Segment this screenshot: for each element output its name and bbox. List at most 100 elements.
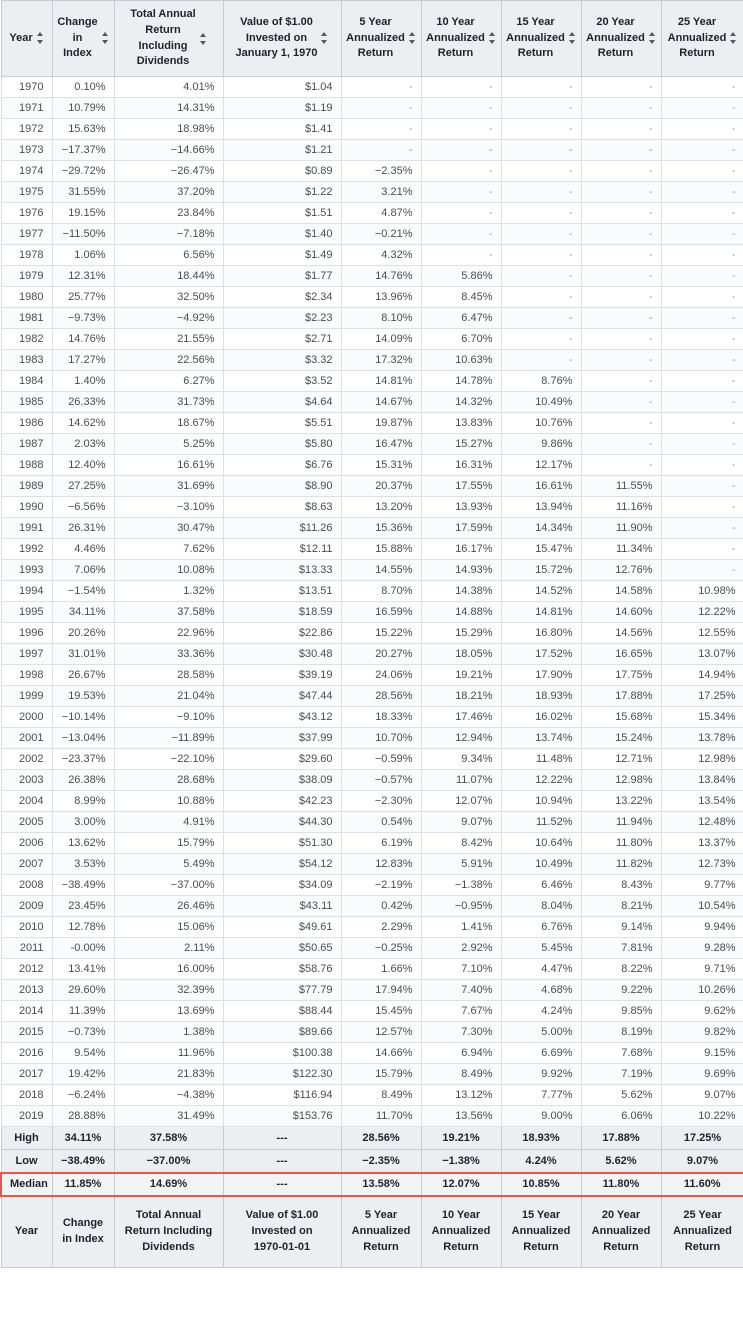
cell-value: 5.91% (420, 853, 502, 875)
cell-value: - (580, 181, 662, 203)
cell-value: 17.52% (500, 643, 582, 665)
cell-value: $44.30 (222, 811, 342, 833)
cell-value: 11.39% (51, 1000, 115, 1022)
cell-value: 11.96% (113, 1042, 224, 1064)
column-header-7[interactable]: 20 Year Annualized Return (580, 0, 662, 77)
cell-value: 1.41% (420, 916, 502, 938)
summary-cell-value: 11.60% (660, 1171, 743, 1197)
table-row: 1999 19.53% 21.04% $47.44 28.56% 18.21% 18.93%… (0, 685, 743, 707)
cell-value: $8.90 (222, 475, 342, 497)
column-header-label: 20 Year Annualized Return (586, 16, 645, 60)
cell-value: 14.78% (420, 370, 502, 392)
cell-value: $1.49 (222, 244, 342, 266)
cell-value: 10.54% (660, 895, 743, 917)
column-header-3[interactable]: Value of $1.00 Invested on January 1, 1970 (222, 0, 342, 77)
cell-year: 1998 (0, 664, 53, 686)
cell-value: 13.94% (500, 496, 582, 518)
cell-value: 19.21% (420, 664, 502, 686)
cell-value: 13.20% (340, 496, 422, 518)
cell-value: −26.47% (113, 160, 224, 182)
cell-value: - (660, 328, 743, 350)
column-header-4[interactable]: 5 Year Annualized Return (340, 0, 422, 77)
table-row: 1995 34.11% 37.58% $18.59 16.59% 14.88% 14.81%… (0, 601, 743, 623)
cell-value: - (660, 412, 743, 434)
cell-value: - (660, 433, 743, 455)
cell-value: −22.10% (113, 748, 224, 770)
cell-value: 10.88% (113, 790, 224, 812)
cell-value: $34.09 (222, 874, 342, 896)
cell-value: 14.55% (340, 559, 422, 581)
summary-cell-value: 4.24% (500, 1149, 582, 1173)
table-row: 1985 26.33% 31.73% $4.64 14.67% 14.32% 10.49% -… (0, 391, 743, 413)
cell-value: 8.49% (340, 1084, 422, 1106)
cell-value: $18.59 (222, 601, 342, 623)
column-header-2[interactable]: Total Annual Return Including Dividends (113, 0, 224, 77)
cell-year: 2006 (0, 832, 53, 854)
cell-year: 1975 (0, 181, 53, 203)
column-header-6[interactable]: 15 Year Annualized Return (500, 0, 582, 77)
cell-value: 14.38% (420, 580, 502, 602)
table-header: Year Change in Index Total Annual Return Incl… (0, 0, 743, 77)
column-header-0[interactable]: Year (0, 0, 53, 77)
sort-toggle-icon[interactable] (488, 32, 496, 45)
cell-value: 19.15% (51, 202, 115, 224)
summary-cell-value: 17.25% (660, 1126, 743, 1150)
cell-value: 15.34% (660, 706, 743, 728)
cell-value: 7.06% (51, 559, 115, 581)
cell-value: $22.86 (222, 622, 342, 644)
summary-cell-value: 10.85% (500, 1171, 582, 1197)
cell-value: 26.46% (113, 895, 224, 917)
cell-value: - (660, 496, 743, 518)
cell-value: 9.69% (660, 1063, 743, 1085)
sort-toggle-icon[interactable] (730, 32, 737, 45)
cell-year: 1995 (0, 601, 53, 623)
cell-value: - (580, 265, 662, 287)
table-row: 1996 20.26% 22.96% $22.86 15.22% 15.29% 16.80%… (0, 622, 743, 644)
table-row: 2003 26.38% 28.68% $38.09 −0.57% 11.07% 12.22%… (0, 769, 743, 791)
cell-value: 15.72% (500, 559, 582, 581)
footer-column-header-0: Year (0, 1195, 53, 1268)
footer-column-header-label: Value of $1.00 Invested on 1970-01-01 (245, 1209, 319, 1253)
summary-cell-value: 5.62% (580, 1149, 662, 1173)
cell-year: 1987 (0, 433, 53, 455)
sort-toggle-icon[interactable] (568, 32, 576, 45)
cell-value: $51.30 (222, 832, 342, 854)
sort-toggle-icon[interactable] (199, 32, 207, 45)
table-row: 2010 12.78% 15.06% $49.61 2.29% 1.41% 6.76% 9.1… (0, 916, 743, 938)
cell-year: 1977 (0, 223, 53, 245)
column-header-5[interactable]: 10 Year Annualized Return (420, 0, 502, 77)
sort-toggle-icon[interactable] (648, 32, 656, 45)
cell-value: −4.92% (113, 307, 224, 329)
cell-year: 1979 (0, 265, 53, 287)
cell-value: 9.92% (500, 1063, 582, 1085)
cell-value: $89.66 (222, 1021, 342, 1043)
cell-value: 28.56% (340, 685, 422, 707)
cell-value: - (580, 118, 662, 140)
cell-value: 14.62% (51, 412, 115, 434)
sort-toggle-icon[interactable] (408, 32, 416, 45)
cell-value: 28.88% (51, 1105, 115, 1127)
column-header-1[interactable]: Change in Index (51, 0, 115, 77)
cell-value: −13.04% (51, 727, 115, 749)
cell-year: 2015 (0, 1021, 53, 1043)
table-row: 1984 1.40% 6.27% $3.52 14.81% 14.78% 8.76% - - (0, 370, 743, 392)
cell-value: 10.22% (660, 1105, 743, 1127)
cell-value: 18.05% (420, 643, 502, 665)
sort-toggle-icon[interactable] (101, 32, 109, 45)
cell-value: 4.68% (500, 979, 582, 1001)
cell-value: 7.40% (420, 979, 502, 1001)
cell-value: 28.68% (113, 769, 224, 791)
cell-year: 2017 (0, 1063, 53, 1085)
column-header-8[interactable]: 25 Year Annualized Return (660, 0, 743, 77)
cell-value: 5.25% (113, 433, 224, 455)
cell-value: 7.10% (420, 958, 502, 980)
sort-toggle-icon[interactable] (321, 32, 328, 45)
cell-value: 13.62% (51, 832, 115, 854)
cell-value: - (500, 181, 582, 203)
footer-column-header-label: 15 Year Annualized Return (511, 1209, 571, 1253)
cell-value: 15.24% (580, 727, 662, 749)
cell-value: 25.77% (51, 286, 115, 308)
cell-value: 8.22% (580, 958, 662, 980)
cell-value: 34.11% (51, 601, 115, 623)
sort-toggle-icon[interactable] (36, 32, 44, 45)
